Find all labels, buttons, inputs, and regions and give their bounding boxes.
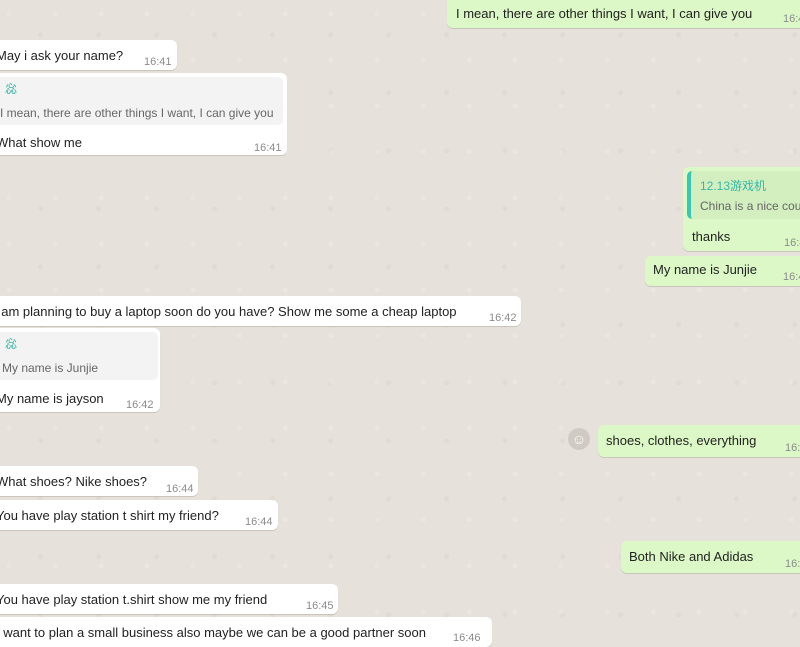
message-text: You have play station t shirt my friend? [0,508,219,523]
quoted-author: 惢 [5,82,18,96]
smiley-icon[interactable]: ☺ [568,428,590,450]
message-text: My name is jayson [0,391,104,406]
quoted-message[interactable]: 惢 My name is Junjie [0,332,158,380]
message-time: 16:4 [783,13,800,25]
message-text: thanks [692,229,731,244]
message-outgoing[interactable]: shoes, clothes, everything 16:4 [598,425,800,457]
message-time: 16:4 [784,237,800,249]
message-time: 16:41 [254,142,282,154]
message-text: What show me [0,135,82,150]
quoted-author: 12.13游戏机 [700,179,767,193]
message-time: 16:4 [785,442,800,454]
quoted-text: China is a nice cou [700,199,800,213]
message-text: I want to plan a small business also may… [0,625,426,640]
message-text: Both Nike and Adidas [629,549,754,564]
message-outgoing-reply[interactable]: 12.13游戏机 China is a nice cou thanks 16:4 [683,167,800,251]
message-time: 16:44 [245,516,273,528]
message-incoming[interactable]: You have play station t shirt my friend?… [0,500,278,530]
message-outgoing[interactable]: I mean, there are other things I want, I… [447,0,800,28]
message-time: 16:41 [144,56,172,68]
quoted-text: My name is Junjie [2,361,99,375]
message-incoming-reply[interactable]: 惢 My name is Junjie My name is jayson 16… [0,328,160,412]
message-incoming[interactable]: I am planning to buy a laptop soon do yo… [0,296,521,326]
quoted-author: 惢 [5,337,18,351]
message-text: I am planning to buy a laptop soon do yo… [0,304,457,319]
message-time: 16:4 [783,271,800,283]
message-incoming-reply[interactable]: 惢 I mean, there are other things I want,… [0,73,287,155]
message-text: I mean, there are other things I want, I… [456,6,753,21]
quoted-message[interactable]: 惢 I mean, there are other things I want,… [0,77,283,125]
message-incoming[interactable]: What shoes? Nike shoes? 16:44 [0,466,198,496]
message-text: May i ask your name? [0,48,124,63]
message-incoming[interactable]: You have play station t.shirt show me my… [0,584,338,614]
message-time: 16:4 [785,558,800,570]
message-time: 16:45 [306,600,334,612]
message-time: 16:44 [166,483,194,495]
message-text: My name is Junjie [653,262,758,277]
message-time: 16:42 [489,312,517,324]
quoted-message[interactable]: 12.13游戏机 China is a nice cou [687,171,800,219]
quoted-text: I mean, there are other things I want, I… [0,106,274,120]
message-text: You have play station t.shirt show me my… [0,592,268,607]
message-incoming[interactable]: May i ask your name? 16:41 [0,40,177,70]
message-text: shoes, clothes, everything [606,433,757,448]
message-text: What shoes? Nike shoes? [0,474,148,489]
message-outgoing[interactable]: Both Nike and Adidas 16:4 [621,541,800,573]
message-time: 16:42 [126,399,154,411]
message-time: 16:46 [453,632,481,644]
message-outgoing[interactable]: My name is Junjie 16:4 [645,256,800,286]
